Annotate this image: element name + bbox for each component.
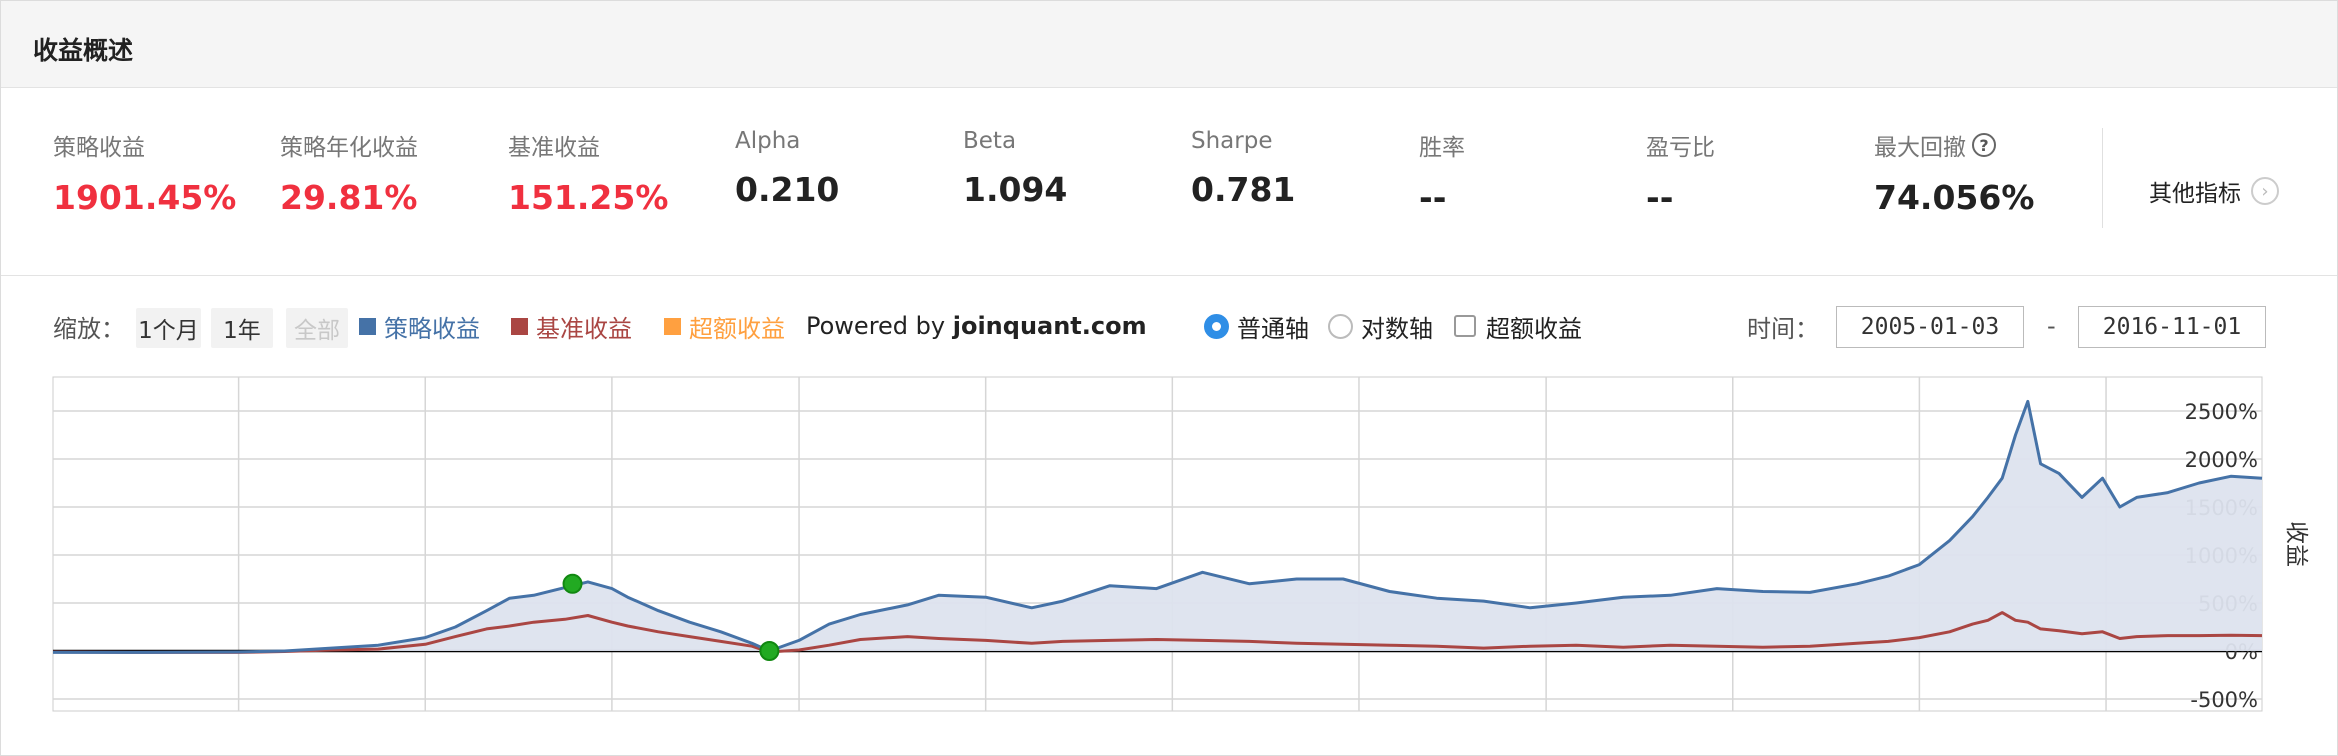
legend-swatch xyxy=(664,317,681,335)
axis-option-log[interactable]: 对数轴 xyxy=(1328,301,1433,351)
legend-label: 基准收益 xyxy=(536,314,632,343)
chart-toolbar: 缩放： 1个月 1年 全部 策略收益 基准收益 超额收益 Powered by … xyxy=(1,301,2337,351)
end-date-input[interactable]: 2016-11-01 xyxy=(2078,306,2266,348)
metric-label: 策略年化收益 xyxy=(280,135,418,161)
zoom-1-month-button[interactable]: 1个月 xyxy=(136,308,201,348)
metric-label: Alpha xyxy=(735,128,801,154)
metric-label: Beta xyxy=(963,128,1017,154)
metric-value: 1901.45% xyxy=(53,178,237,217)
powered-site: joinquant.com xyxy=(952,312,1147,340)
metric-value: 0.210 xyxy=(735,170,840,209)
metric-value: -- xyxy=(1646,178,1674,217)
metric-label-text: 最大回撤 xyxy=(1874,135,1966,161)
metric-beta: Beta 1.094 xyxy=(963,128,1183,209)
y-tick-label: 2500% xyxy=(2185,400,2258,424)
metric-sharpe: Sharpe 0.781 xyxy=(1191,128,1411,209)
zoom-label: 缩放： xyxy=(53,314,125,343)
metric-value: 151.25% xyxy=(508,178,669,217)
metric-value: 29.81% xyxy=(280,178,418,217)
zoom-1-year-button[interactable]: 1年 xyxy=(211,308,273,348)
metric-value: 74.056% xyxy=(1874,178,2035,217)
legend-strategy-return[interactable]: 策略收益 xyxy=(359,301,480,351)
metric-label: 策略收益 xyxy=(53,135,145,161)
metric-strategy-return: 策略收益 1901.45% xyxy=(53,128,273,217)
legend-label: 策略收益 xyxy=(384,314,480,343)
metric-value: -- xyxy=(1419,178,1447,217)
y-tick-label: -500% xyxy=(2190,688,2258,712)
axis-option-label: 对数轴 xyxy=(1361,314,1433,343)
metric-max-drawdown: 最大回撤 ? 74.056% xyxy=(1874,128,2094,217)
other-metrics-link[interactable]: 其他指标 › xyxy=(2149,174,2279,208)
legend-benchmark-return[interactable]: 基准收益 xyxy=(511,301,632,351)
excess-return-toggle-label: 超额收益 xyxy=(1486,314,1582,343)
axis-option-linear[interactable]: 普通轴 xyxy=(1204,301,1309,351)
radio-checked-icon[interactable] xyxy=(1204,313,1229,339)
metric-value: 1.094 xyxy=(963,170,1068,209)
legend-swatch xyxy=(359,317,376,335)
metric-alpha: Alpha 0.210 xyxy=(735,128,955,209)
legend-excess-return[interactable]: 超额收益 xyxy=(664,301,785,351)
plot-area xyxy=(52,376,2263,712)
metric-label: 盈亏比 xyxy=(1646,135,1715,161)
metric-benchmark-return: 基准收益 151.25% xyxy=(508,128,728,217)
date-separator: - xyxy=(2047,312,2056,340)
legend-label: 超额收益 xyxy=(689,314,785,343)
page-title: 收益概述 xyxy=(33,36,134,65)
metric-label: 胜率 xyxy=(1419,135,1465,161)
returns-chart: 2500%2000%1500%1000%500%0%-500%收益 xyxy=(52,376,2309,712)
start-date-input[interactable]: 2005-01-03 xyxy=(1836,306,2024,348)
metrics-row: 策略收益 1901.45% 策略年化收益 29.81% 基准收益 151.25%… xyxy=(1,88,2337,276)
metric-win-rate: 胜率 -- xyxy=(1419,128,1639,217)
time-label: 时间： xyxy=(1747,314,1819,343)
metric-label: 基准收益 xyxy=(508,135,600,161)
excess-return-toggle[interactable]: 超额收益 xyxy=(1454,301,1582,351)
drawdown-marker xyxy=(562,573,583,594)
chevron-right-icon: › xyxy=(2251,177,2279,205)
zoom-all-button[interactable]: 全部 xyxy=(286,308,348,348)
metric-profit-loss-ratio: 盈亏比 -- xyxy=(1646,128,1866,217)
metric-label: Sharpe xyxy=(1191,128,1273,154)
powered-by-credit: Powered by joinquant.com xyxy=(806,301,1147,351)
metric-annualized-return: 策略年化收益 29.81% xyxy=(280,128,500,217)
powered-prefix: Powered by xyxy=(806,312,953,340)
y-tick-label: 2000% xyxy=(2185,448,2258,472)
question-icon[interactable]: ? xyxy=(1972,133,1996,157)
metric-label: 最大回撤 ? xyxy=(1874,128,2094,162)
metrics-divider xyxy=(2102,128,2103,228)
panel-header: 收益概述 xyxy=(1,1,2337,88)
legend-swatch xyxy=(511,317,528,335)
y-axis-title: 收益 xyxy=(2283,521,2309,567)
returns-overview-panel: 收益概述 策略收益 1901.45% 策略年化收益 29.81% 基准收益 15… xyxy=(0,0,2338,756)
drawdown-marker xyxy=(759,641,780,661)
radio-unchecked-icon[interactable] xyxy=(1328,313,1353,339)
checkbox-icon[interactable] xyxy=(1454,315,1476,337)
metric-value: 0.781 xyxy=(1191,170,1296,209)
axis-option-label: 普通轴 xyxy=(1237,314,1309,343)
other-metrics-label: 其他指标 xyxy=(2149,181,2241,207)
